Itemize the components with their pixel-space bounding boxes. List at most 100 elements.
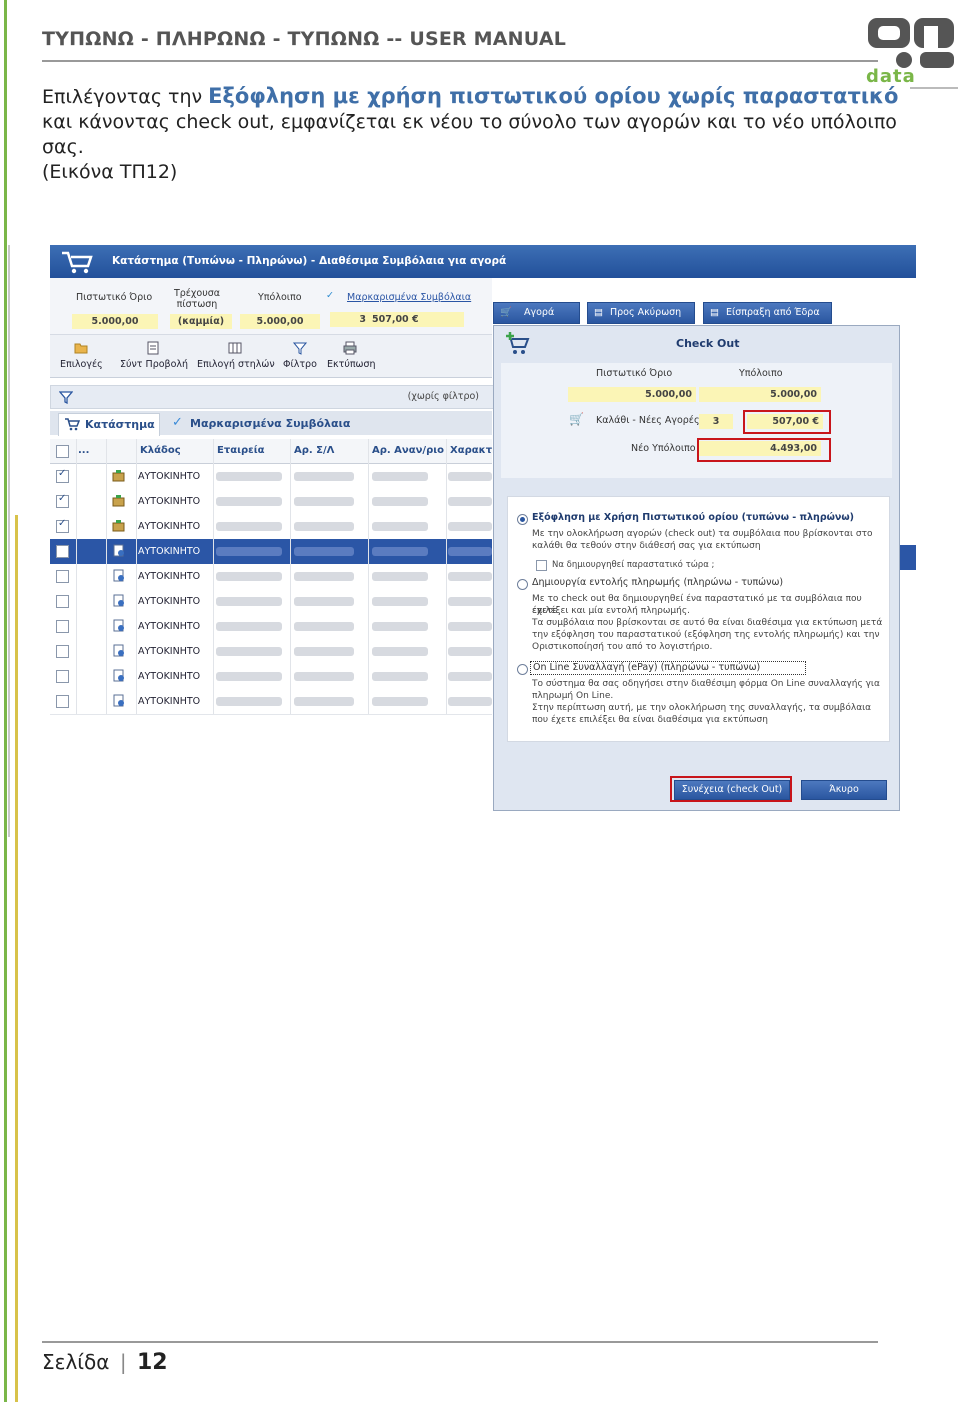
col-header-more[interactable]: ... (78, 445, 89, 456)
table-row[interactable]: ΑΥΤΟΚΙΝΗΤΟ (50, 514, 492, 540)
redacted-cell (372, 572, 428, 581)
redacted-cell (216, 547, 282, 556)
col-header-characteristic[interactable]: Χαρακτη (450, 445, 499, 456)
collect-at-hq-button[interactable]: ▤ Είσπραξη από Έδρα (703, 302, 832, 324)
row-branch: ΑΥΤΟΚΙΝΗΤΟ (138, 621, 201, 632)
collect-at-hq-label: Είσπραξη από Έδρα (726, 307, 820, 318)
table-row[interactable]: ΑΥΤΟΚΙΝΗΤΟ (50, 489, 492, 515)
create-invoice-checkbox[interactable] (536, 560, 547, 571)
redacted-cell (448, 647, 492, 656)
row-checkbox[interactable] (56, 468, 69, 483)
row-checkbox[interactable] (56, 570, 69, 583)
toolbar-options[interactable]: Επιλογές (60, 359, 103, 370)
car-document-icon (113, 569, 124, 582)
redacted-cell (372, 672, 428, 681)
cart-icon (65, 418, 80, 431)
compact-view-icon (147, 341, 159, 355)
tab-bar: Κατάστημα ✓ Μαρκαρισμένα Συμβόλαια (50, 411, 492, 436)
dlg-balance-value: 5.000,00 (699, 387, 821, 402)
header-rule (42, 60, 878, 62)
opt-order-title: Δημιουργία εντολής πληρωμής (πληρώνω - τ… (532, 577, 784, 588)
table-row[interactable]: ΑΥΤΟΚΙΝΗΤΟ (50, 539, 492, 565)
redacted-cell (372, 472, 428, 481)
table-row[interactable]: ΑΥΤΟΚΙΝΗΤΟ (50, 664, 492, 690)
tab-marked-contracts[interactable]: Μαρκαρισμένα Συμβόλαια (190, 417, 350, 430)
dlg-cart-label: Καλάθι - Νέες Αγορές (596, 415, 700, 426)
balance-value: 5.000,00 (240, 314, 320, 329)
folder-icon (74, 343, 88, 354)
col-header-contract-no[interactable]: Αρ. Σ/Λ (294, 445, 334, 456)
row-branch: ΑΥΤΟΚΙΝΗΤΟ (138, 596, 201, 607)
opt-order-desc-5: Οριστικοποίησή του από το λογιστήριο. (532, 642, 713, 652)
toolbar-compact-view[interactable]: Σύντ Προβολή (120, 359, 188, 370)
dialog-title: Check Out (676, 337, 740, 350)
toolbar-filter[interactable]: Φίλτρο (283, 359, 317, 370)
opt-online-desc-3: Στην περίπτωση αυτή, με την ολοκλήρωση τ… (532, 703, 872, 713)
buy-button[interactable]: 🛒 Αγορά (493, 302, 580, 324)
payment-options: Εξόφληση με Χρήση Πιστωτικού ορίου (τυπώ… (507, 496, 890, 742)
redacted-cell (448, 522, 492, 531)
company-logo: data (864, 14, 960, 94)
radio-payment-order[interactable] (517, 579, 528, 590)
redacted-cell (448, 622, 492, 631)
row-checkbox[interactable] (56, 695, 69, 708)
row-checkbox[interactable] (56, 620, 69, 633)
dlg-cart-count: 3 (699, 414, 733, 429)
table-row[interactable]: ΑΥΤΟΚΙΝΗΤΟ (50, 639, 492, 665)
redacted-cell (216, 597, 282, 606)
row-checkbox[interactable] (56, 518, 69, 533)
send-to-cancel-button[interactable]: ▤ Προς Ακύρωση (587, 302, 695, 324)
grid-col-line (213, 439, 214, 714)
cart-add-icon: 🛒 (500, 307, 512, 318)
select-all-checkbox[interactable] (56, 445, 69, 458)
checkout-dialog: Check Out Πιστωτικό Όριο Υπόλοιπο 5.000,… (493, 325, 900, 811)
funnel-icon[interactable] (59, 390, 73, 404)
row-checkbox[interactable] (56, 545, 69, 558)
table-row[interactable]: ΑΥΤΟΚΙΝΗΤΟ (50, 689, 492, 715)
col-header-branch[interactable]: Κλάδος (140, 445, 181, 456)
car-document-icon (113, 594, 124, 607)
highlight-cart-total (743, 410, 831, 434)
credit-limit-label: Πιστωτικό Όριο (76, 292, 153, 303)
opt-credit-desc-1: Με την ολοκλήρωση αγορών (check out) τα … (532, 529, 873, 539)
package-icon (112, 495, 125, 507)
opt-online-desc-1: Το σύστημα θα σας οδηγήσει στην διαθέσιμ… (532, 679, 880, 689)
redacted-cell (448, 497, 492, 506)
radio-online-payment[interactable] (517, 664, 528, 675)
col-header-company[interactable]: Εταιρεία (217, 445, 264, 456)
tab-store[interactable]: Κατάστημα (58, 413, 160, 436)
toolbar-select-columns[interactable]: Επιλογή στηλών (197, 359, 275, 370)
main-toolbar: Επιλογές Σύντ Προβολή Επιλογή στηλών Φίλ… (50, 335, 492, 378)
current-credit-label: Τρέχουσα πίστωση (173, 288, 221, 310)
credit-info-panel: Πιστωτικό Όριο Τρέχουσα πίστωση Υπόλοιπο… (50, 278, 492, 335)
cancel-dialog-button[interactable]: Άκυρο (801, 780, 887, 800)
row-checkbox[interactable] (56, 670, 69, 683)
redacted-cell (216, 522, 282, 531)
page-footer: Σελίδα | 12 (42, 1350, 168, 1375)
redacted-cell (294, 622, 354, 631)
row-checkbox[interactable] (56, 493, 69, 508)
car-document-icon (113, 644, 124, 657)
opt-order-desc-3: Τα συμβόλαια που βρίσκονται σε αυτό θα ε… (532, 618, 883, 628)
marked-contracts-link[interactable]: Μαρκαρισμένα Συμβόλαια (347, 292, 471, 303)
redacted-cell (294, 522, 354, 531)
radio-credit-payment[interactable] (517, 514, 528, 525)
table-row[interactable]: ΑΥΤΟΚΙΝΗΤΟ (50, 589, 492, 615)
document-icon: ▤ (594, 307, 603, 318)
table-row[interactable]: ΑΥΤΟΚΙΝΗΤΟ (50, 464, 492, 490)
redacted-cell (294, 572, 354, 581)
toolbar-print[interactable]: Εκτύπωση (327, 359, 376, 370)
grid-col-line (136, 439, 137, 714)
marked-total: 507,00 € (370, 312, 464, 327)
redacted-cell (448, 547, 492, 556)
redacted-cell (372, 497, 428, 506)
redacted-cell (294, 497, 354, 506)
footer-separator: | (119, 1350, 127, 1374)
grid-col-line (368, 439, 369, 714)
row-checkbox[interactable] (56, 645, 69, 658)
table-row[interactable]: ΑΥΤΟΚΙΝΗΤΟ (50, 564, 492, 590)
row-checkbox[interactable] (56, 595, 69, 608)
col-header-renewal-no[interactable]: Αρ. Αναν/ριο (372, 445, 444, 456)
table-row[interactable]: ΑΥΤΟΚΙΝΗΤΟ (50, 614, 492, 640)
package-icon (112, 520, 125, 532)
